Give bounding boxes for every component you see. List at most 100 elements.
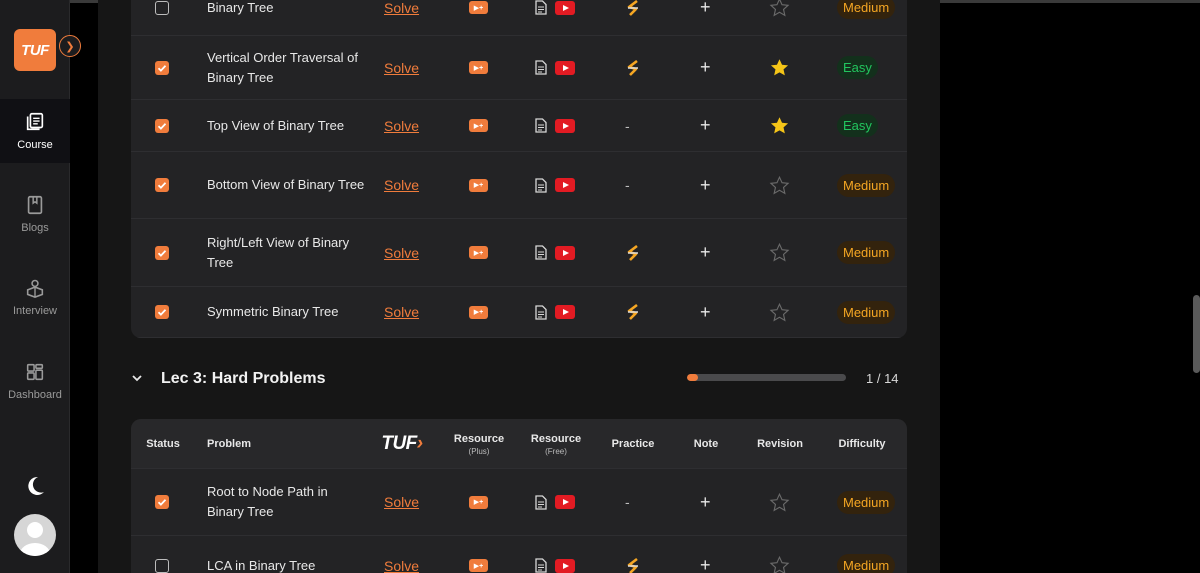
difficulty-badge: Medium (837, 241, 896, 264)
article-icon[interactable] (535, 60, 547, 75)
solve-link[interactable]: Solve (384, 245, 419, 261)
practice-placeholder: - (625, 177, 630, 193)
star-empty-icon[interactable] (769, 0, 790, 18)
article-icon[interactable] (535, 118, 547, 133)
header-resource-free: Resource (Free) (530, 432, 582, 456)
youtube-icon[interactable] (555, 305, 575, 319)
star-filled-icon[interactable] (769, 57, 790, 78)
youtube-icon[interactable] (555, 60, 575, 75)
article-icon[interactable] (535, 245, 547, 260)
add-note-button[interactable]: + (700, 555, 711, 573)
progress-fill (687, 374, 699, 381)
practice-cell (625, 36, 641, 99)
star-empty-icon[interactable] (769, 175, 790, 196)
add-note-button[interactable]: + (700, 175, 711, 196)
video-plus-icon[interactable]: ▶+ (469, 178, 488, 192)
video-plus-icon[interactable]: ▶+ (469, 246, 488, 259)
codestudio-icon[interactable] (625, 242, 641, 264)
youtube-icon[interactable] (555, 118, 575, 133)
difficulty-cell: Easy (837, 100, 878, 151)
solve-link[interactable]: Solve (384, 60, 419, 76)
article-icon[interactable] (535, 494, 547, 510)
lecture-header[interactable]: Lec 3: Hard Problems 1 / 14 (131, 360, 907, 398)
article-icon[interactable] (535, 0, 547, 15)
sidebar-item-interview[interactable]: Interview (0, 265, 70, 329)
add-note-button[interactable]: + (700, 57, 711, 78)
status-checkbox[interactable] (155, 60, 169, 75)
resource-free-cell (535, 100, 575, 151)
codestudio-icon[interactable] (625, 301, 641, 323)
course-icon (26, 112, 44, 131)
article-icon[interactable] (535, 558, 547, 573)
status-checkbox[interactable] (155, 0, 169, 15)
header-note: Note (693, 438, 719, 450)
bookmark-icon (27, 195, 43, 215)
difficulty-badge: Medium (837, 300, 896, 324)
status-checkbox[interactable] (155, 118, 169, 133)
sidebar-item-dashboard[interactable]: Dashboard (0, 349, 70, 413)
solve-link[interactable]: Solve (384, 304, 419, 320)
youtube-icon[interactable] (555, 178, 575, 192)
expand-sidebar-button[interactable]: ❯ (59, 35, 81, 57)
status-cell (155, 287, 169, 337)
codestudio-icon[interactable] (625, 57, 641, 79)
video-plus-icon[interactable]: ▶+ (469, 495, 488, 509)
sidebar-item-course[interactable]: Course (0, 99, 70, 163)
header-revision: Revision (757, 438, 803, 450)
status-checkbox[interactable] (155, 495, 169, 509)
video-plus-icon[interactable]: ▶+ (469, 119, 488, 132)
solve-link[interactable]: Solve (384, 118, 419, 134)
star-empty-icon[interactable] (769, 492, 790, 513)
codestudio-icon[interactable] (625, 0, 641, 19)
sidebar-item-blogs[interactable]: Blogs (0, 182, 70, 246)
page-scrollbar[interactable] (1193, 295, 1200, 373)
interview-icon (26, 279, 44, 298)
problem-name: Right/Left View of Binary Tree (207, 234, 350, 270)
video-plus-icon[interactable]: ▶+ (469, 61, 488, 74)
add-note-button[interactable]: + (700, 0, 711, 18)
revision-cell (769, 152, 790, 218)
status-checkbox[interactable] (155, 305, 169, 319)
article-icon[interactable] (535, 304, 547, 320)
youtube-icon[interactable] (555, 495, 575, 509)
progress-bar (687, 374, 846, 381)
video-plus-icon[interactable]: ▶+ (469, 1, 488, 14)
star-empty-icon[interactable] (769, 555, 790, 573)
solve-link[interactable]: Solve (384, 0, 419, 16)
sidebar: TUF Course Blogs Interview Dashboard (0, 0, 70, 573)
codestudio-icon[interactable] (625, 555, 641, 573)
solve-link[interactable]: Solve (384, 558, 419, 573)
status-cell (155, 536, 169, 573)
avatar[interactable] (14, 514, 56, 556)
star-empty-icon[interactable] (769, 242, 790, 263)
solve-link[interactable]: Solve (384, 494, 419, 510)
add-note-button[interactable]: + (700, 302, 711, 323)
star-empty-icon[interactable] (769, 302, 790, 323)
youtube-icon[interactable] (555, 245, 575, 260)
moon-icon[interactable] (23, 474, 47, 498)
add-note-button[interactable]: + (700, 492, 711, 513)
video-plus-icon[interactable]: ▶+ (469, 559, 488, 572)
header-status: Status (146, 438, 180, 450)
star-filled-icon[interactable] (769, 115, 790, 136)
status-checkbox[interactable] (155, 558, 169, 573)
chevron-down-icon[interactable] (131, 372, 143, 384)
youtube-icon[interactable] (555, 0, 575, 15)
lecture-title: Lec 3: Hard Problems (161, 370, 326, 387)
youtube-icon[interactable] (555, 558, 575, 573)
status-checkbox[interactable] (155, 245, 169, 260)
article-icon[interactable] (535, 177, 547, 193)
add-note-button[interactable]: + (700, 115, 711, 136)
lecture-3-table: Status Problem TUF› Resource (Plus) Resou… (131, 419, 907, 573)
add-note-button[interactable]: + (700, 242, 711, 263)
status-checkbox[interactable] (155, 178, 169, 192)
solve-link[interactable]: Solve (384, 177, 419, 193)
difficulty-cell: Medium (837, 287, 896, 337)
resource-free-cell (535, 36, 575, 99)
resource-free-cell (535, 0, 575, 35)
video-plus-icon[interactable]: ▶+ (469, 305, 488, 319)
tuf-logo[interactable]: TUF (14, 29, 56, 71)
check-icon (157, 64, 167, 72)
problem-name: Top View of Binary Tree (207, 117, 345, 133)
difficulty-cell: Medium (837, 219, 896, 286)
